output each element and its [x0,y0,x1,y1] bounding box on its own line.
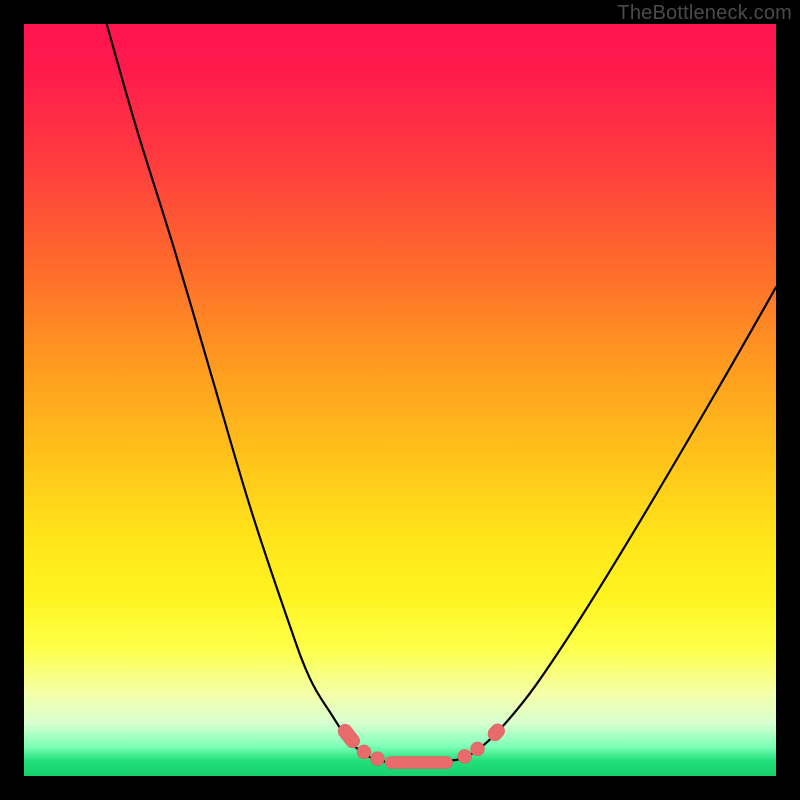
plot-area [24,24,776,776]
attribution-label: TheBottleneck.com [617,2,792,25]
curve-svg [24,24,776,776]
marker-dot [370,752,384,766]
marker-dot [471,742,485,756]
marker-dot [357,745,371,759]
curve-markers [335,721,507,768]
marker-bar [385,757,453,769]
marker-dot [458,749,472,763]
bottleneck-curve [107,24,776,763]
chart-frame: TheBottleneck.com [0,0,800,800]
